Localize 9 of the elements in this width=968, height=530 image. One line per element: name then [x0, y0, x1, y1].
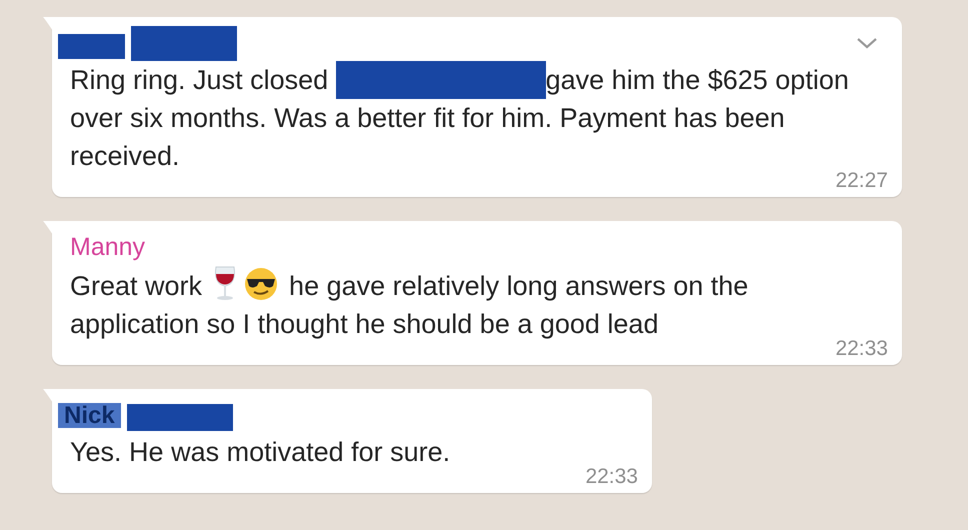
sender-name: Manny	[70, 232, 146, 262]
caret-icon[interactable]	[856, 37, 878, 49]
message-time: 22:33	[835, 337, 888, 361]
message-time: 22:33	[585, 465, 638, 489]
message-time: 22:27	[835, 169, 888, 193]
sender-name: Nick	[58, 402, 121, 428]
redaction-bar	[58, 34, 125, 58]
message-text: Yes. He was motivated for sure.	[70, 436, 452, 469]
sunglasses-face-icon	[244, 267, 278, 301]
